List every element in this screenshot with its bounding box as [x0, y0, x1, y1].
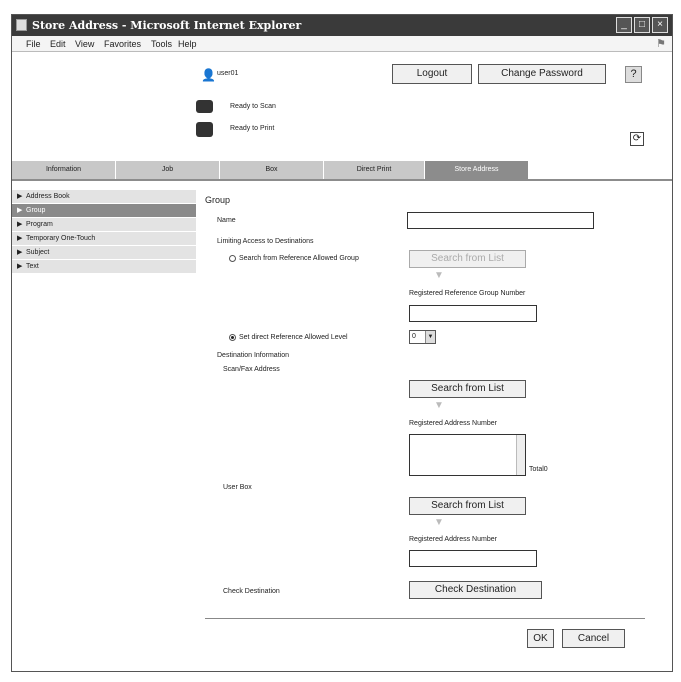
minimize-button[interactable]: _	[616, 17, 632, 33]
change-password-button[interactable]: Change Password	[478, 64, 606, 84]
sidebar-item-label: Group	[26, 207, 46, 214]
tab-direct-print[interactable]: Direct Print	[324, 161, 425, 179]
check-destination-button[interactable]: Check Destination	[409, 581, 542, 599]
chevron-right-icon: ▶	[17, 193, 23, 200]
help-icon[interactable]: ?	[625, 66, 642, 83]
tab-information[interactable]: Information	[12, 161, 116, 179]
search-from-list-userbox-button[interactable]: Search from List	[409, 497, 526, 515]
menu-file[interactable]: File	[26, 39, 41, 49]
chevron-right-icon: ▶	[17, 221, 23, 228]
scanner-icon	[196, 100, 213, 113]
sidebar-item-text[interactable]: ▶ Text	[12, 260, 196, 274]
divider	[205, 618, 645, 619]
close-button[interactable]: ×	[652, 17, 668, 33]
tab-bar: Information Job Box Direct Print Store A…	[12, 161, 672, 179]
level-select-value: 0	[412, 333, 416, 340]
user-box-number-input[interactable]	[409, 550, 537, 567]
sidebar: ▶ Address Book ▶ Group ▶ Program ▶ Tempo…	[12, 190, 196, 274]
page-title: Group	[205, 195, 231, 205]
sidebar-item-label: Temporary One-Touch	[26, 235, 96, 242]
sidebar-item-label: Address Book	[26, 193, 70, 200]
destination-info-label: Destination Information	[217, 352, 289, 359]
sidebar-item-program[interactable]: ▶ Program	[12, 218, 196, 232]
user-name: user01	[217, 70, 239, 77]
reference-group-number-input[interactable]	[409, 305, 537, 322]
search-from-list-address-button[interactable]: Search from List	[409, 380, 526, 398]
scan-fax-address-label: Scan/Fax Address	[223, 366, 280, 373]
menu-edit[interactable]: Edit	[50, 39, 66, 49]
sidebar-item-address-book[interactable]: ▶ Address Book	[12, 190, 196, 204]
title-bar: Store Address - Microsoft Internet Explo…	[12, 15, 672, 36]
sidebar-item-label: Text	[26, 263, 39, 270]
status-print: Ready to Print	[230, 125, 275, 132]
level-select[interactable]: 0 ▼	[409, 330, 436, 344]
sidebar-item-temporary-one-touch[interactable]: ▶ Temporary One-Touch	[12, 232, 196, 246]
sidebar-item-label: Program	[26, 221, 53, 228]
arrow-down-icon: ▼	[434, 400, 444, 411]
radio-set-direct[interactable]	[229, 334, 236, 341]
sidebar-item-group[interactable]: ▶ Group	[12, 204, 196, 218]
status-scan: Ready to Scan	[230, 103, 276, 110]
tab-box[interactable]: Box	[220, 161, 324, 179]
radio-search-reference[interactable]	[229, 255, 236, 262]
menu-bar: File Edit View Favorites Tools Help ⚑	[12, 36, 672, 52]
radio-search-reference-label: Search from Reference Allowed Group	[239, 255, 359, 262]
radio-set-direct-label: Set direct Reference Allowed Level	[239, 334, 348, 341]
tab-store-address[interactable]: Store Address	[425, 161, 529, 179]
menu-tools[interactable]: Tools	[151, 39, 172, 49]
ok-button[interactable]: OK	[527, 629, 554, 648]
limiting-access-label: Limiting Access to Destinations	[217, 238, 314, 245]
menu-view[interactable]: View	[75, 39, 94, 49]
arrow-down-icon: ▼	[434, 517, 444, 528]
user-icon: 👤	[201, 68, 216, 82]
registered-address-list[interactable]	[409, 434, 526, 476]
check-destination-label: Check Destination	[223, 588, 280, 595]
total-count: Total0	[529, 466, 548, 473]
chevron-right-icon: ▶	[17, 235, 23, 242]
search-from-list-disabled-button[interactable]: Search from List	[409, 250, 526, 268]
refresh-icon[interactable]: ⟳	[630, 132, 644, 146]
chevron-down-icon: ▼	[425, 331, 435, 343]
window-title: Store Address - Microsoft Internet Explo…	[32, 19, 302, 32]
sidebar-item-subject[interactable]: ▶ Subject	[12, 246, 196, 260]
scrollbar[interactable]	[516, 435, 525, 475]
logout-button[interactable]: Logout	[392, 64, 472, 84]
chevron-right-icon: ▶	[17, 207, 23, 214]
browser-window: Store Address - Microsoft Internet Explo…	[11, 14, 673, 672]
user-box-label: User Box	[223, 484, 252, 491]
windows-logo-icon: ⚑	[656, 38, 666, 50]
sidebar-item-label: Subject	[26, 249, 50, 256]
menu-help[interactable]: Help	[178, 39, 197, 49]
maximize-button[interactable]: □	[634, 17, 650, 33]
name-input[interactable]	[407, 212, 594, 229]
cancel-button[interactable]: Cancel	[562, 629, 625, 648]
tab-job[interactable]: Job	[116, 161, 220, 179]
arrow-down-icon: ▼	[434, 270, 444, 281]
ie-app-icon	[16, 19, 27, 31]
chevron-right-icon: ▶	[17, 263, 23, 270]
menu-favorites[interactable]: Favorites	[104, 39, 141, 49]
registered-reference-group-label: Registered Reference Group Number	[409, 290, 526, 297]
registered-userbox-label: Registered Address Number	[409, 536, 497, 543]
chevron-right-icon: ▶	[17, 249, 23, 256]
printer-icon	[196, 122, 213, 137]
tab-underline	[12, 179, 672, 181]
name-label: Name	[217, 217, 236, 224]
registered-address-label: Registered Address Number	[409, 420, 497, 427]
